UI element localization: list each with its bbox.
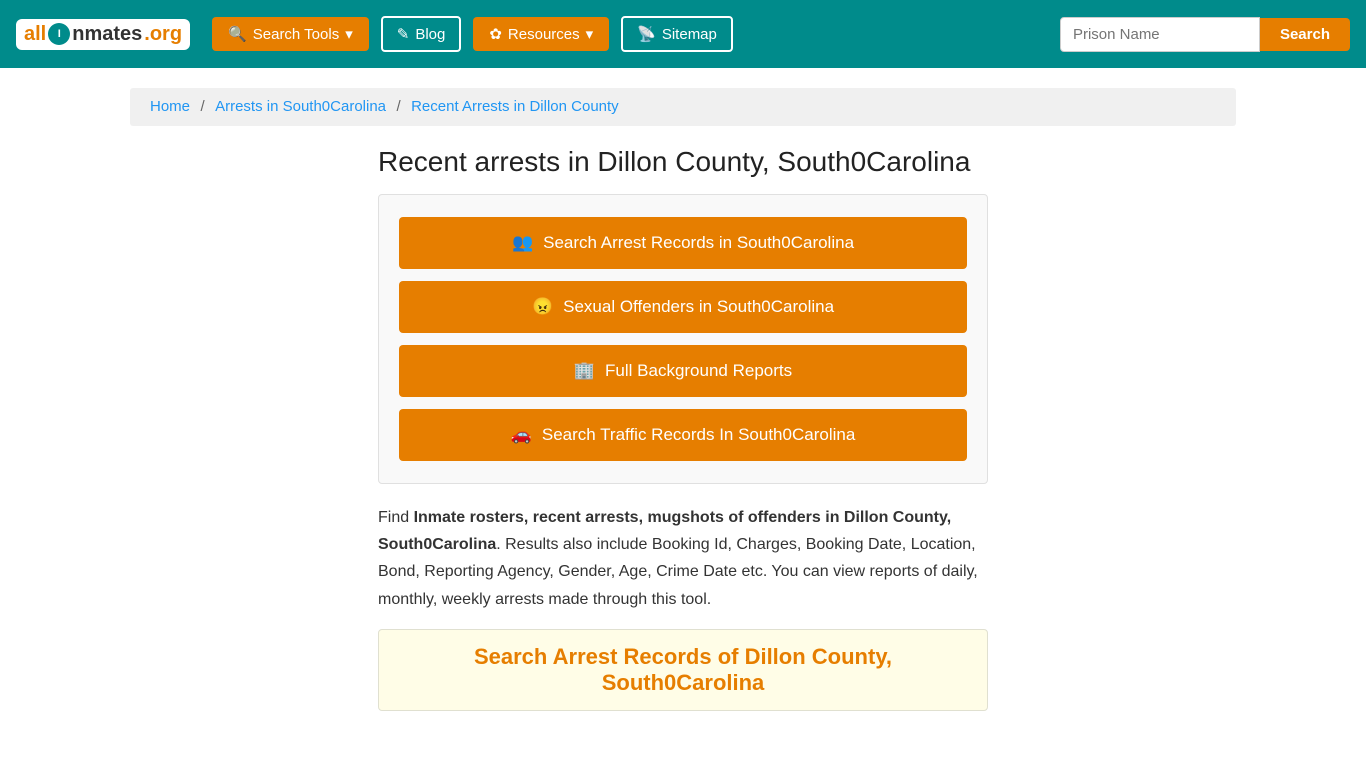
search-tools-button[interactable]: 🔍 Search Tools ▾ [212,17,369,51]
logo-all: all [24,23,46,46]
main-content: Recent arrests in Dillon County, South0C… [248,146,1118,711]
breadcrumb-arrests-link[interactable]: Arrests in South0Carolina [215,98,386,115]
sexual-offenders-button[interactable]: 😠 Sexual Offenders in South0Carolina [399,281,967,333]
blog-icon: ✎ [397,25,410,43]
traffic-records-icon: 🚗 [511,425,532,445]
page-title: Recent arrests in Dillon County, South0C… [378,146,988,178]
sexual-offenders-icon: 😠 [532,297,553,317]
description-prefix: Find [378,509,414,526]
breadcrumb-home-link[interactable]: Home [150,98,190,115]
logo-dot: I [48,23,70,45]
search-icon: 🔍 [228,25,247,43]
description: Find Inmate rosters, recent arrests, mug… [378,504,988,613]
arrest-records-label: Search Arrest Records in South0Carolina [543,233,854,253]
prison-search-button[interactable]: Search [1260,18,1350,51]
resources-button[interactable]: ✿ Resources ▾ [473,17,609,51]
breadcrumb-current: Recent Arrests in Dillon County [411,98,619,115]
breadcrumb-sep-1: / [200,98,204,115]
traffic-records-button[interactable]: 🚗 Search Traffic Records In South0Caroli… [399,409,967,461]
logo-inmates: nmates [72,23,142,46]
sexual-offenders-label: Sexual Offenders in South0Carolina [563,297,834,317]
arrest-records-icon: 👥 [512,233,533,253]
prison-search-group: Search [1060,17,1350,52]
section-title: Search Arrest Records of Dillon County, … [399,644,967,696]
chevron-down-icon: ▾ [345,25,353,43]
sitemap-icon: 📡 [637,25,656,43]
prison-search-label: Search [1280,26,1330,43]
blog-button[interactable]: ✎ Blog [381,16,462,52]
prison-name-input[interactable] [1060,17,1260,52]
sitemap-label: Sitemap [662,26,717,43]
background-reports-button[interactable]: 🏢 Full Background Reports [399,345,967,397]
navbar: all I nmates .org 🔍 Search Tools ▾ ✎ Blo… [0,0,1366,68]
background-reports-label: Full Background Reports [605,361,792,381]
action-card: 👥 Search Arrest Records in South0Carolin… [378,194,988,484]
breadcrumb-sep-2: / [396,98,400,115]
breadcrumb: Home / Arrests in South0Carolina / Recen… [130,88,1236,126]
blog-label: Blog [415,26,445,43]
logo-org: .org [144,23,182,46]
background-reports-icon: 🏢 [574,361,595,381]
traffic-records-label: Search Traffic Records In South0Carolina [542,425,855,445]
chevron-down-resources-icon: ▾ [586,25,594,43]
section-title-box: Search Arrest Records of Dillon County, … [378,629,988,711]
resources-icon: ✿ [489,25,502,43]
search-tools-label: Search Tools [253,26,339,43]
logo[interactable]: all I nmates .org [16,19,190,50]
sitemap-button[interactable]: 📡 Sitemap [621,16,733,52]
resources-label: Resources [508,26,580,43]
arrest-records-button[interactable]: 👥 Search Arrest Records in South0Carolin… [399,217,967,269]
